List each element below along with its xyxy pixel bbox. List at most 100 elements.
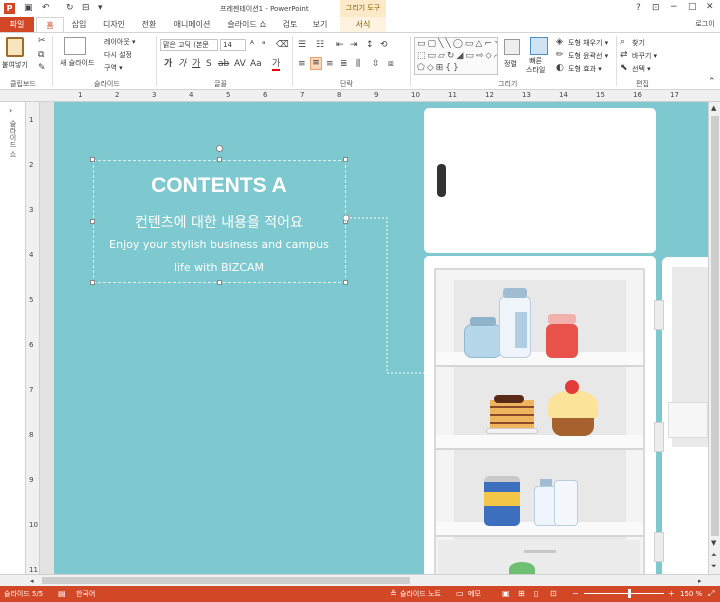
slideshow-view-icon[interactable]: ⊡	[550, 589, 557, 599]
vertical-scrollbar[interactable]: ▲ ▼ ⏶ ⏷	[708, 102, 720, 574]
next-slide-icon[interactable]: ⏷	[711, 561, 717, 571]
align-left-icon[interactable]: ≡	[298, 59, 306, 69]
align-right-icon[interactable]: ≡	[326, 59, 334, 69]
resize-handle-bl[interactable]	[90, 280, 95, 285]
font-name-dropdown[interactable]: 맑은 고딕 (본문	[160, 39, 218, 51]
resize-handle-tl[interactable]	[90, 157, 95, 162]
numbering-icon[interactable]: ☷	[316, 40, 324, 50]
tab-view[interactable]: 보기	[308, 17, 332, 32]
slide-sorter-icon[interactable]: ⊞	[518, 589, 525, 599]
paste-icon[interactable]	[6, 37, 24, 57]
tab-file[interactable]: 파일	[0, 17, 34, 32]
change-case-icon[interactable]: Aa	[250, 59, 262, 69]
zoom-in-icon[interactable]: +	[668, 589, 675, 599]
quick-styles-icon[interactable]	[530, 37, 548, 55]
undo-icon[interactable]: ↶	[42, 3, 50, 13]
comments-icon[interactable]: ▭	[456, 589, 464, 599]
slide[interactable]: CONTENTS A 컨텐츠에 대한 내용을 적어요 Enjoy your st…	[54, 102, 708, 574]
clear-format-icon[interactable]: ⌫	[276, 40, 289, 50]
underline-icon[interactable]: 가	[192, 59, 200, 69]
slide-counter[interactable]: 슬라이드 5/5	[4, 586, 43, 602]
bullets-icon[interactable]: ☰	[298, 40, 306, 50]
cut-icon[interactable]: ✂	[38, 36, 46, 46]
zoom-level[interactable]: 150 %	[680, 586, 702, 602]
redo-icon[interactable]: ↻	[66, 3, 74, 13]
tab-insert[interactable]: 삽입	[66, 17, 92, 32]
arrange-icon[interactable]	[504, 39, 520, 55]
replace-button[interactable]: 바꾸기 ▾	[632, 51, 657, 61]
scroll-down-icon[interactable]: ▼	[711, 538, 716, 548]
grow-font-icon[interactable]: ᴬ	[250, 40, 254, 50]
scroll-thumb-horizontal[interactable]	[42, 577, 410, 584]
arrange-button[interactable]: 정렬	[504, 59, 517, 69]
layout-button[interactable]: 레이아웃 ▾	[104, 37, 136, 47]
slide-thumbnail-pane[interactable]: › 슬라이드 쇼	[0, 102, 26, 574]
ribbon-display-icon[interactable]: ⊡	[652, 3, 660, 13]
horizontal-ruler[interactable]: 1 2 3 4 5 6 7 8 9 10 11 12 13 14 15 16 17	[0, 90, 720, 102]
scroll-left-icon[interactable]: ◂	[30, 576, 34, 586]
shadow-icon[interactable]: S	[206, 59, 212, 69]
start-slideshow-icon[interactable]: ⊟	[82, 3, 90, 13]
font-color-icon[interactable]: 가	[272, 59, 281, 71]
text-direction-icon[interactable]: ⟲	[380, 40, 388, 50]
fit-to-window-icon[interactable]: ⤢	[708, 589, 714, 599]
scroll-right-icon[interactable]: ▸	[698, 576, 702, 586]
copy-icon[interactable]: ⧉	[38, 50, 44, 60]
zoom-slider-thumb[interactable]	[628, 589, 631, 598]
expand-pane-icon[interactable]: ›	[9, 106, 12, 116]
paste-button[interactable]: 붙여넣기	[2, 60, 28, 70]
shrink-font-icon[interactable]: ᵃ	[262, 40, 266, 50]
account-name[interactable]: 로그이	[690, 17, 720, 32]
resize-handle-bc[interactable]	[217, 280, 222, 285]
scroll-thumb-vertical[interactable]	[711, 116, 719, 536]
tab-design[interactable]: 디자인	[98, 17, 130, 32]
save-icon[interactable]: ▣	[24, 3, 33, 13]
maximize-icon[interactable]: □	[688, 2, 697, 12]
shape-outline-icon[interactable]: ✏	[556, 50, 564, 60]
strikethrough-icon[interactable]: ab	[218, 59, 229, 69]
char-spacing-icon[interactable]: AV	[234, 59, 246, 69]
shape-effects-button[interactable]: 도형 효과 ▾	[568, 64, 602, 74]
close-icon[interactable]: ✕	[706, 2, 714, 12]
previous-slide-icon[interactable]: ⏶	[711, 550, 717, 560]
select-button[interactable]: 선택 ▾	[632, 64, 651, 74]
reading-view-icon[interactable]: ▯	[534, 589, 538, 599]
spellcheck-icon[interactable]: ▤	[58, 589, 66, 599]
tab-slideshow[interactable]: 슬라이드 쇼	[222, 17, 272, 32]
shapes-gallery[interactable]: ▭▢╲╲◯▭△⌐↘⬚▭▱↻◢▭⇨⬦⌒⬠◇⊞{}☆⊂⌣▱	[414, 37, 498, 75]
shape-effects-icon[interactable]: ◐	[556, 63, 564, 73]
font-size-dropdown[interactable]: 14	[220, 39, 246, 51]
decrease-indent-icon[interactable]: ⇤	[336, 40, 344, 50]
select-icon[interactable]: ⬉	[620, 63, 628, 73]
new-slide-icon[interactable]	[64, 37, 86, 55]
rotate-handle[interactable]	[216, 145, 223, 152]
notes-icon[interactable]: ≙	[390, 589, 397, 599]
align-center-icon[interactable]: ≡	[310, 57, 322, 70]
horizontal-scrollbar[interactable]: ◂ ▸	[0, 574, 720, 586]
tab-format[interactable]: 서식	[340, 17, 386, 32]
line-spacing-icon[interactable]: ↕	[366, 40, 374, 50]
shape-fill-button[interactable]: 도형 채우기 ▾	[568, 38, 608, 48]
resize-handle-tc[interactable]	[217, 157, 222, 162]
normal-view-icon[interactable]: ▣	[502, 589, 510, 599]
collapse-ribbon-icon[interactable]: ⌃	[708, 77, 716, 87]
language-indicator[interactable]: 한국어	[76, 586, 95, 602]
minimize-icon[interactable]: −	[670, 2, 678, 12]
scroll-up-icon[interactable]: ▲	[711, 103, 716, 113]
tab-transitions[interactable]: 전환	[136, 17, 162, 32]
help-icon[interactable]: ?	[636, 3, 641, 13]
replace-icon[interactable]: ⇄	[620, 50, 628, 60]
columns-icon[interactable]: ⫼	[356, 59, 360, 69]
vertical-ruler[interactable]: 1 2 3 4 5 6 7 8 9 10 11	[26, 102, 40, 574]
format-painter-icon[interactable]: ✎	[38, 63, 46, 73]
find-button[interactable]: 찾기	[632, 38, 645, 48]
shape-fill-icon[interactable]: ◈	[556, 37, 563, 47]
resize-handle-tr[interactable]	[343, 157, 348, 162]
tab-animations[interactable]: 애니메이션	[168, 17, 216, 32]
zoom-slider[interactable]	[584, 593, 664, 594]
increase-indent-icon[interactable]: ⇥	[350, 40, 358, 50]
smartart-icon[interactable]: ⧈	[388, 59, 394, 69]
zoom-out-icon[interactable]: −	[572, 589, 579, 599]
comments-button[interactable]: 메모	[468, 586, 481, 602]
align-text-icon[interactable]: ⇳	[372, 59, 380, 69]
